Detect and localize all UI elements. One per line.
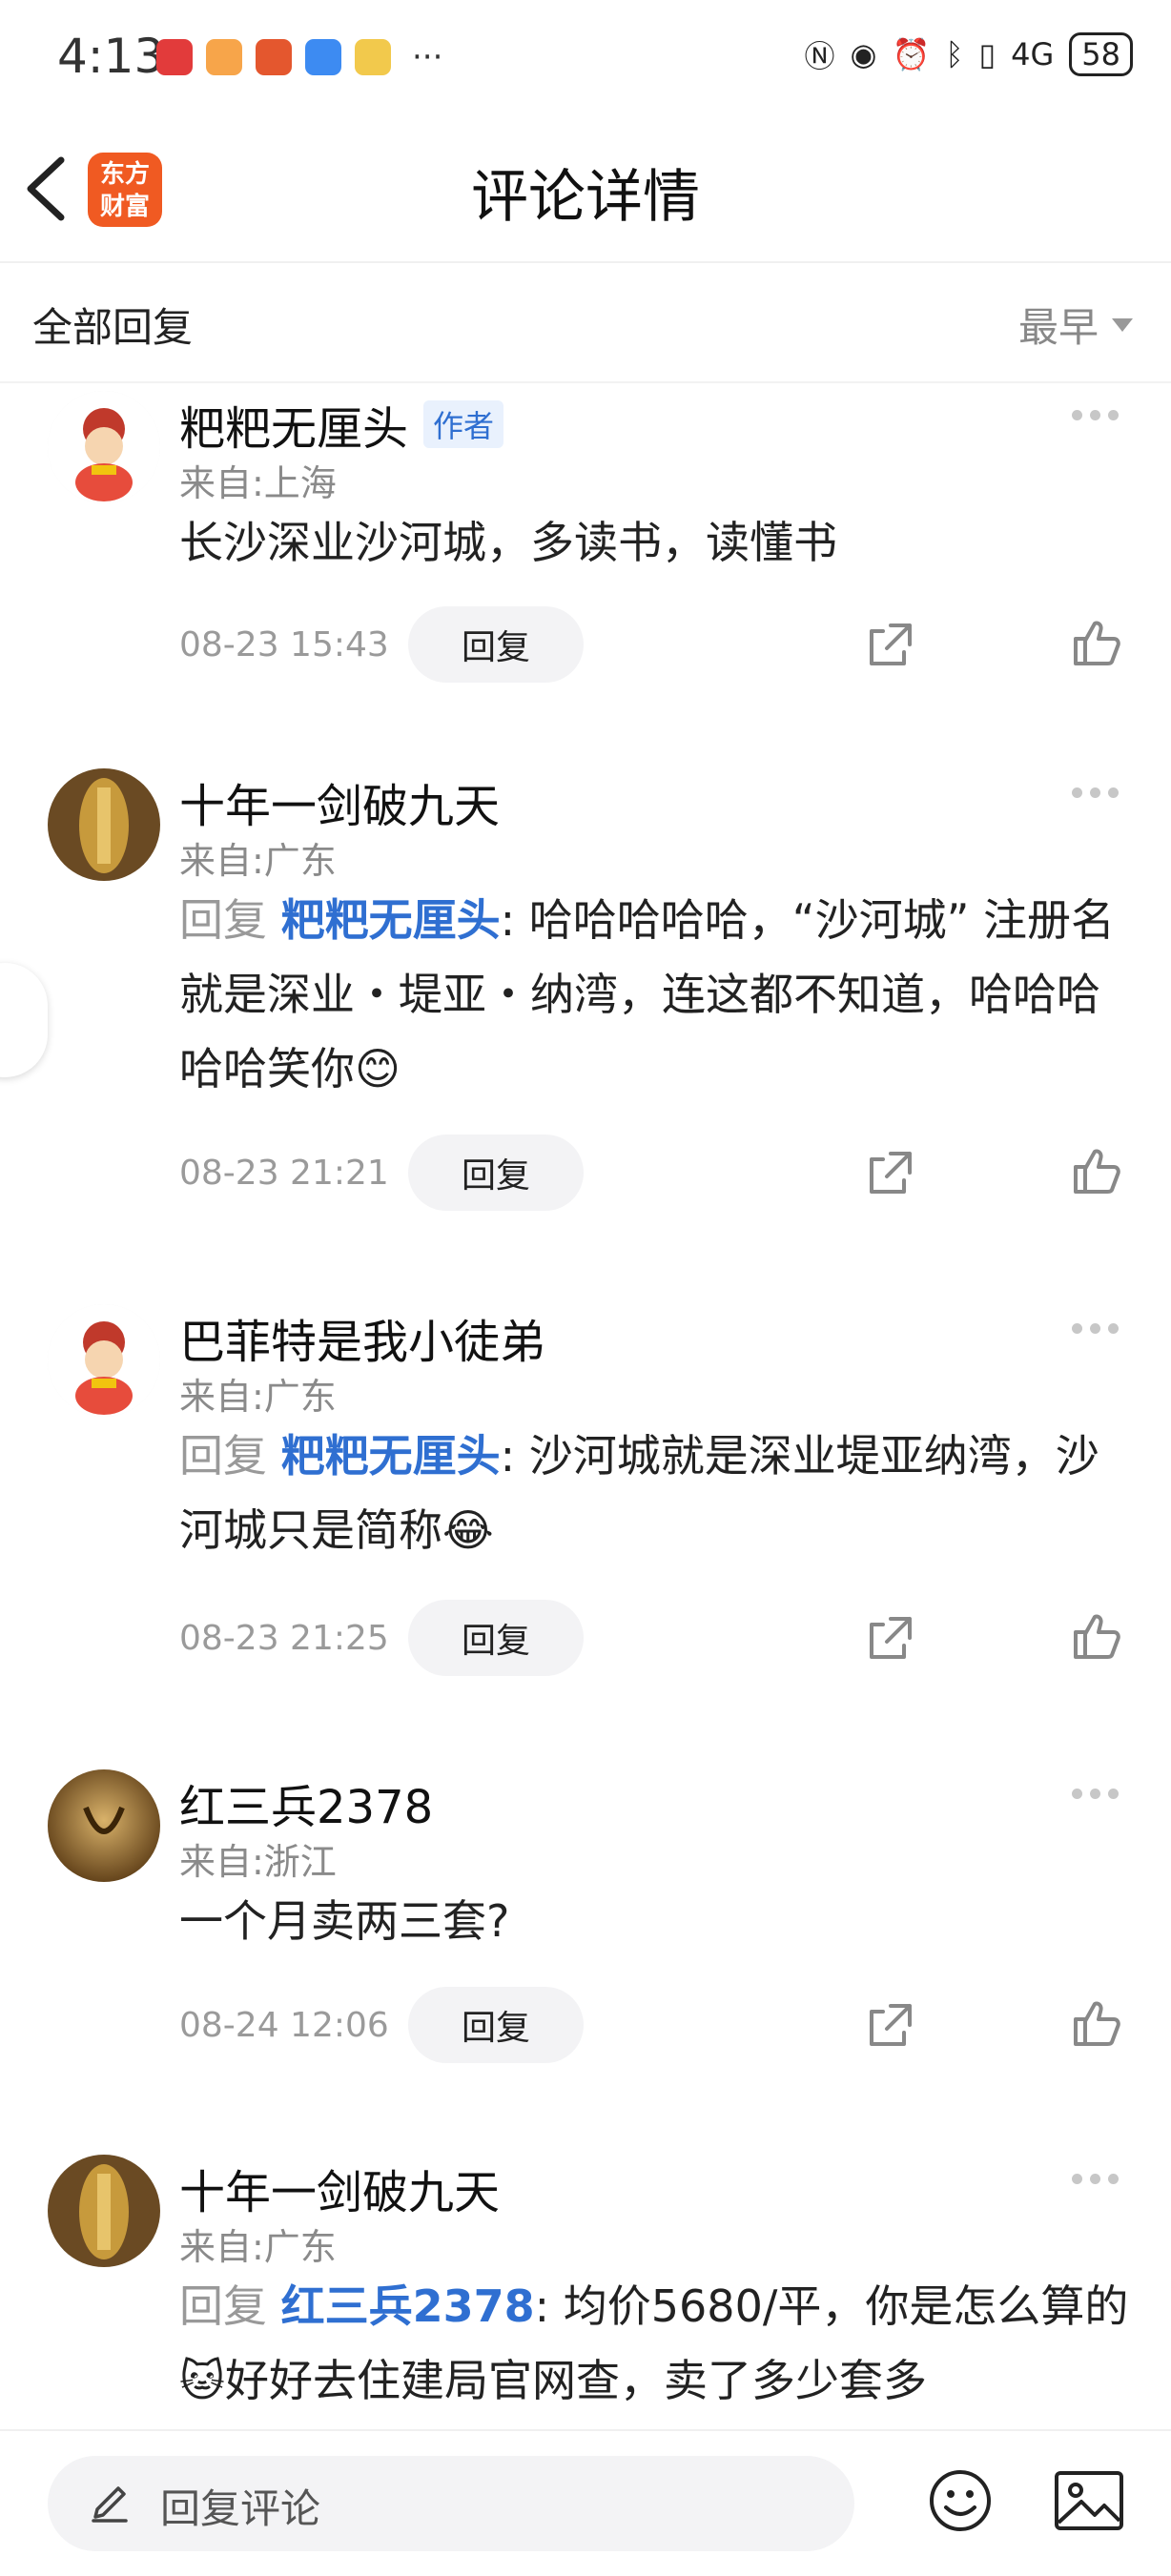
comment-text-content: 长沙深业沙河城，多读书，读懂书: [179, 517, 837, 568]
reply-target-user[interactable]: 粑粑无厘头: [281, 1430, 501, 1482]
filter-bar: 全部回复 最早: [0, 263, 1171, 383]
like-icon[interactable]: [1066, 1142, 1123, 1199]
more-options-icon[interactable]: [1072, 2170, 1129, 2185]
nfc-icon: Ⓝ: [804, 38, 835, 74]
location: 来自:上海: [179, 462, 337, 504]
comment-item: 粑粑无厘头 作者 来自:上海 长沙深业沙河城，多读书，读懂书 08-23 15:…: [0, 391, 1171, 715]
comment-text[interactable]: 回复 红三兵2378: 均价5680/平，你是怎么算的🐱好好去住建局官网查，卖了…: [179, 2269, 1133, 2418]
comment-item: 十年一剑破九天 来自:广东 回复 红三兵2378: 均价5680/平，你是怎么算…: [0, 2155, 1171, 2429]
user-name[interactable]: 巴菲特是我小徒弟: [179, 1304, 545, 1371]
comment-item: 红三兵2378 来自:浙江 一个月卖两三套? 08-24 12:06 回复: [0, 1769, 1171, 2113]
share-icon[interactable]: [862, 1609, 919, 1666]
more-options-icon[interactable]: [1072, 784, 1129, 799]
sort-dropdown[interactable]: 最早: [1018, 296, 1133, 354]
eye-icon: ◉: [850, 36, 877, 72]
app-notification-icon: [256, 39, 292, 75]
comment-meta: 08-23 21:25 回复: [179, 1600, 1133, 1676]
comment-text-content: 一个月卖两三套?: [179, 1895, 510, 1947]
comment-meta: 08-23 21:21 回复: [179, 1135, 1133, 1211]
avatar[interactable]: [48, 391, 160, 503]
location: 来自:浙江: [179, 1841, 337, 1883]
name-row: 巴菲特是我小徒弟: [179, 1304, 545, 1371]
like-icon[interactable]: [1066, 614, 1123, 671]
reply-input[interactable]: 回复评论: [48, 2456, 854, 2551]
location: 来自:广东: [179, 1376, 337, 1418]
app-notification-icon: [156, 39, 193, 75]
more-notifications-icon: ···: [412, 38, 443, 76]
like-icon[interactable]: [1066, 1994, 1123, 2052]
app-notification-icon: [206, 39, 242, 75]
avatar[interactable]: [48, 2155, 160, 2267]
comment-time: 08-23 21:25: [179, 1618, 389, 1658]
bottom-bar: 回复评论: [0, 2429, 1171, 2576]
vibrate-icon: ▯: [978, 36, 996, 72]
share-icon[interactable]: [862, 616, 919, 673]
avatar[interactable]: [48, 1304, 160, 1417]
location: 来自:广东: [179, 840, 337, 882]
like-icon[interactable]: [1066, 1607, 1123, 1665]
user-name[interactable]: 十年一剑破九天: [179, 768, 500, 835]
avatar[interactable]: [48, 768, 160, 881]
comment-meta: 08-24 12:06 回复: [179, 1987, 1133, 2063]
status-bar: 4:13 ··· Ⓝ ◉ ⏰ ᛒ ▯ 4G 58: [0, 0, 1171, 114]
reply-prefix: 回复: [179, 1430, 281, 1482]
bluetooth-icon: ᛒ: [945, 36, 964, 72]
battery-icon: 58: [1069, 32, 1133, 76]
comment-list: 粑粑无厘头 作者 来自:上海 长沙深业沙河城，多读书，读懂书 08-23 15:…: [0, 381, 1171, 2429]
comment-text[interactable]: 回复 粑粑无厘头: 哈哈哈哈哈，“沙河城” 注册名就是深业・堤亚・纳湾，连这都不…: [179, 883, 1133, 1106]
more-options-icon[interactable]: [1072, 1319, 1129, 1335]
comment-text[interactable]: 一个月卖两三套?: [179, 1884, 1133, 1958]
reply-target-user[interactable]: 红三兵2378: [281, 2280, 535, 2332]
comment-item: 巴菲特是我小徒弟 来自:广东 回复 粑粑无厘头: 沙河城就是深业堤亚纳湾，沙河城…: [0, 1304, 1171, 1724]
share-icon[interactable]: [862, 1996, 919, 2054]
user-name[interactable]: 粑粑无厘头: [179, 391, 408, 458]
name-row: 红三兵2378: [179, 1769, 433, 1836]
comment-time: 08-23 15:43: [179, 624, 389, 664]
reply-target-user[interactable]: 粑粑无厘头: [281, 894, 501, 946]
nav-bar: 东方 财富 评论详情: [0, 114, 1171, 263]
comment-time: 08-23 21:21: [179, 1153, 389, 1193]
alarm-icon: ⏰: [892, 36, 931, 72]
system-icons: Ⓝ ◉ ⏰ ᛒ ▯ 4G 58: [805, 32, 1133, 76]
comment-time: 08-24 12:06: [179, 2005, 389, 2045]
sort-label: 最早: [1017, 304, 1099, 351]
app-notification-icon: [305, 39, 341, 75]
image-icon[interactable]: [1053, 2467, 1125, 2534]
name-row: 十年一剑破九天: [179, 2155, 500, 2221]
signal-icon: 4G: [1011, 36, 1055, 72]
reply-button[interactable]: 回复: [408, 1600, 584, 1676]
author-badge: 作者: [423, 400, 504, 448]
name-row: 粑粑无厘头 作者: [179, 391, 504, 458]
comment-meta: 08-23 15:43 回复: [179, 606, 1133, 683]
reply-button[interactable]: 回复: [408, 606, 584, 683]
reply-button[interactable]: 回复: [408, 1987, 584, 2063]
reply-prefix: 回复: [179, 2280, 281, 2332]
comment-text[interactable]: 回复 粑粑无厘头: 沙河城就是深业堤亚纳湾，沙河城只是简称😂: [179, 1419, 1133, 1567]
name-row: 十年一剑破九天: [179, 768, 500, 835]
reply-button[interactable]: 回复: [408, 1135, 584, 1211]
avatar[interactable]: [48, 1769, 160, 1882]
emoji-icon[interactable]: [927, 2467, 994, 2534]
user-name[interactable]: 红三兵2378: [179, 1769, 433, 1836]
more-options-icon[interactable]: [1072, 1785, 1129, 1800]
share-icon[interactable]: [862, 1144, 919, 1201]
all-replies-label: 全部回复: [32, 304, 194, 351]
page-title: 评论详情: [471, 164, 700, 231]
pen-icon: [92, 2486, 128, 2523]
comment-text[interactable]: 长沙深业沙河城，多读书，读懂书: [179, 505, 1133, 580]
dropdown-triangle-icon: [1112, 317, 1133, 332]
user-name[interactable]: 十年一剑破九天: [179, 2155, 500, 2221]
more-options-icon[interactable]: [1072, 406, 1129, 421]
reply-input-placeholder: 回复评论: [160, 2485, 321, 2532]
comment-item: 十年一剑破九天 来自:广东 回复 粑粑无厘头: 哈哈哈哈哈，“沙河城” 注册名就…: [0, 768, 1171, 1245]
notification-icons: ···: [156, 38, 442, 76]
reply-prefix: 回复: [179, 894, 281, 946]
location: 来自:广东: [179, 2226, 337, 2268]
app-notification-icon: [355, 39, 391, 75]
